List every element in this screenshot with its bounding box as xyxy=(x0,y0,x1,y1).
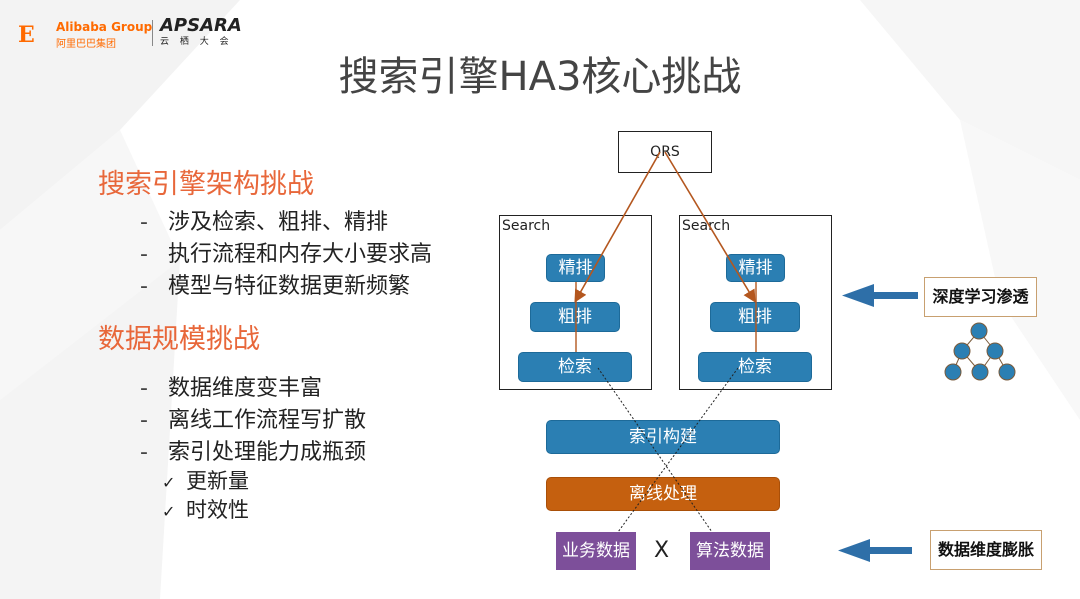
qrs-box: QRS xyxy=(618,131,712,173)
bullet-item: - 执行流程和内存大小要求高 xyxy=(140,242,433,267)
retrieval-box: 检索 xyxy=(518,352,632,382)
algorithm-data-box: 算法数据 xyxy=(690,532,770,570)
bullet-item: - 涉及检索、粗排、精排 xyxy=(140,210,389,235)
offline-processing-box: 离线处理 xyxy=(546,477,780,511)
cross-symbol: X xyxy=(654,538,670,563)
check-icon: ✓ xyxy=(162,502,176,521)
fine-ranking-box: 精排 xyxy=(726,254,785,282)
alibaba-logo-text: Alibaba Group xyxy=(56,20,153,34)
search-label: Search xyxy=(502,218,551,234)
page-title: 搜索引擎HA3核心挑战 xyxy=(338,54,742,100)
bullet-item: - 索引处理能力成瓶颈 xyxy=(140,440,367,465)
search-label: Search xyxy=(682,218,731,234)
check-icon: ✓ xyxy=(162,473,176,492)
index-build-box: 索引构建 xyxy=(546,420,780,454)
coarse-ranking-box: 粗排 xyxy=(710,302,800,332)
bullet-item: - 离线工作流程写扩散 xyxy=(140,408,367,433)
retrieval-box: 检索 xyxy=(698,352,812,382)
bullet-item: - 数据维度变丰富 xyxy=(140,376,323,401)
data-dimension-callout: 数据维度膨胀 xyxy=(930,530,1042,570)
deep-learning-callout: 深度学习渗透 xyxy=(924,277,1037,317)
sub-item: ✓ 时效性 xyxy=(162,498,249,522)
qrs-label: QRS xyxy=(650,144,680,160)
coarse-ranking-box: 粗排 xyxy=(530,302,620,332)
logo-divider xyxy=(152,20,153,46)
section-heading-architecture: 搜索引擎架构挑战 xyxy=(98,169,314,200)
sub-item: ✓ 更新量 xyxy=(162,469,249,493)
fine-ranking-box: 精排 xyxy=(546,254,605,282)
apsara-logo-text: APSARA xyxy=(160,15,242,36)
section-heading-data-scale: 数据规模挑战 xyxy=(98,324,260,355)
bullet-item: - 模型与特征数据更新频繁 xyxy=(140,274,411,299)
business-data-box: 业务数据 xyxy=(556,532,636,570)
